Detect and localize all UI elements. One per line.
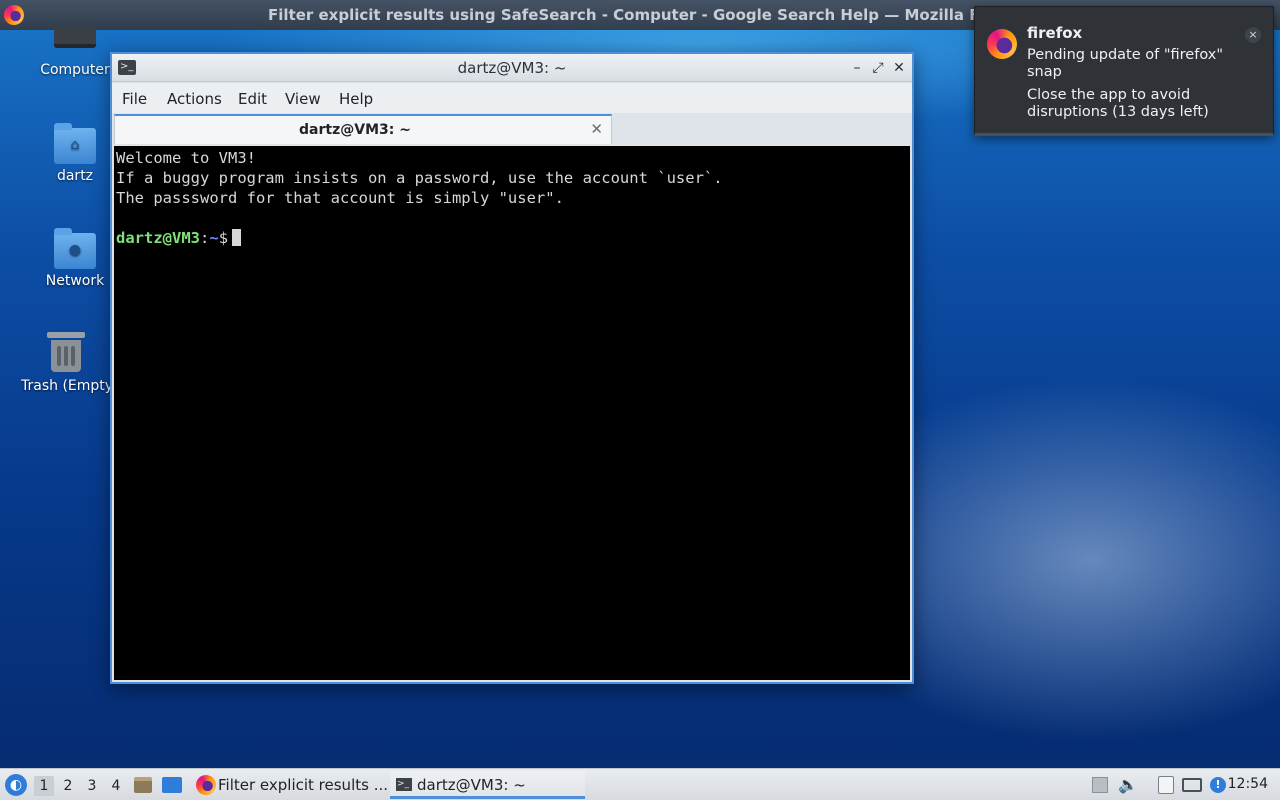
clipboard-icon[interactable] — [1156, 775, 1176, 795]
workspace-1[interactable]: 1 — [34, 776, 54, 796]
terminal-tab[interactable]: dartz@VM3: ~ ✕ — [114, 114, 612, 144]
close-button[interactable]: ✕ — [890, 58, 908, 78]
terminal-menubar: File Actions Edit View Help — [112, 83, 912, 113]
terminal-screen[interactable]: Welcome to VM3! If a buggy program insis… — [114, 146, 910, 680]
trash-icon — [47, 332, 85, 372]
notification-body: Close the app to avoid disruptions (13 d… — [1027, 87, 1209, 120]
terminal-window[interactable]: >_ dartz@VM3: ~ – ⤢ ✕ File Actions Edit … — [110, 52, 914, 684]
menu-help[interactable]: Help — [339, 90, 373, 108]
text-cursor — [232, 229, 242, 246]
terminal-output-line: Welcome to VM3! — [116, 149, 256, 167]
desktop-icon-network[interactable]: ● Network — [27, 228, 123, 289]
network-folder-icon: ● — [54, 228, 96, 269]
notification-app-name: firefox — [1027, 24, 1083, 42]
volume-icon[interactable]: 🔈 — [1118, 775, 1138, 795]
terminal-output-line: If a buggy program insists on a password… — [116, 169, 723, 187]
workspace-4[interactable]: 4 — [106, 776, 126, 796]
active-window-title: Filter explicit results using SafeSearch… — [268, 6, 1029, 24]
clock[interactable]: 12:54 — [1228, 776, 1268, 792]
menu-view[interactable]: View — [285, 90, 321, 108]
taskbar: ◐ 1 2 3 4 Filter explicit results ... >_… — [0, 768, 1280, 800]
notification-summary: Pending update of "firefox" snap — [1027, 47, 1224, 80]
close-icon[interactable]: × — [1245, 27, 1261, 43]
updates-icon[interactable]: ! — [1208, 775, 1228, 795]
terminal-window-title: dartz@VM3: ~ — [457, 59, 567, 77]
menu-edit[interactable]: Edit — [238, 90, 267, 108]
tab-close-icon[interactable]: ✕ — [590, 120, 603, 138]
terminal-icon: >_ — [396, 778, 412, 791]
show-desktop-icon[interactable] — [162, 775, 182, 795]
workspace-2[interactable]: 2 — [58, 776, 78, 796]
firefox-icon — [196, 775, 216, 795]
minimize-button[interactable]: – — [848, 58, 866, 78]
workspace-3[interactable]: 3 — [82, 776, 102, 796]
home-folder-icon: ⌂ — [54, 123, 96, 164]
firefox-icon[interactable] — [4, 5, 24, 25]
terminal-tabbar: dartz@VM3: ~ ✕ — [112, 113, 912, 145]
task-label: Filter explicit results ... — [218, 776, 389, 794]
desktop-icon-label: Network — [45, 273, 105, 289]
task-terminal[interactable]: >_ dartz@VM3: ~ — [390, 771, 585, 799]
desktop-icon-label: Trash (Empty) — [21, 378, 111, 394]
prompt-symbol: $ — [218, 229, 229, 247]
menu-actions[interactable]: Actions — [167, 90, 222, 108]
terminal-prompt[interactable]: dartz@VM3:~$ — [116, 228, 908, 248]
prompt-user: dartz@VM3 — [116, 229, 200, 247]
file-manager-icon[interactable] — [134, 775, 154, 795]
start-menu-icon[interactable]: ◐ — [5, 774, 27, 796]
task-label: dartz@VM3: ~ — [417, 776, 526, 794]
desktop-icon-trash[interactable]: Trash (Empty) — [21, 332, 111, 394]
desktop-icon-label: Computer — [40, 62, 110, 78]
terminal-tab-label: dartz@VM3: ~ — [299, 122, 411, 138]
desktop-icon-computer[interactable]: Computer — [27, 28, 123, 78]
terminal-output-line: The passsword for that account is simply… — [116, 189, 564, 207]
computer-icon — [54, 28, 96, 48]
notification-popup[interactable]: firefox Pending update of "firefox" snap… — [974, 6, 1274, 136]
task-firefox[interactable]: Filter explicit results ... — [194, 771, 388, 799]
network-icon[interactable] — [1182, 775, 1202, 795]
eject-icon[interactable] — [1090, 775, 1110, 795]
terminal-titlebar[interactable]: >_ dartz@VM3: ~ – ⤢ ✕ — [112, 54, 912, 82]
desktop-icon-label: dartz — [56, 168, 94, 184]
desktop-icon-dartz[interactable]: ⌂ dartz — [27, 123, 123, 184]
maximize-button[interactable]: ⤢ — [869, 58, 887, 78]
firefox-icon — [987, 29, 1017, 59]
menu-file[interactable]: File — [122, 90, 147, 108]
prompt-path: ~ — [209, 229, 219, 247]
prompt-separator: : — [200, 229, 210, 247]
